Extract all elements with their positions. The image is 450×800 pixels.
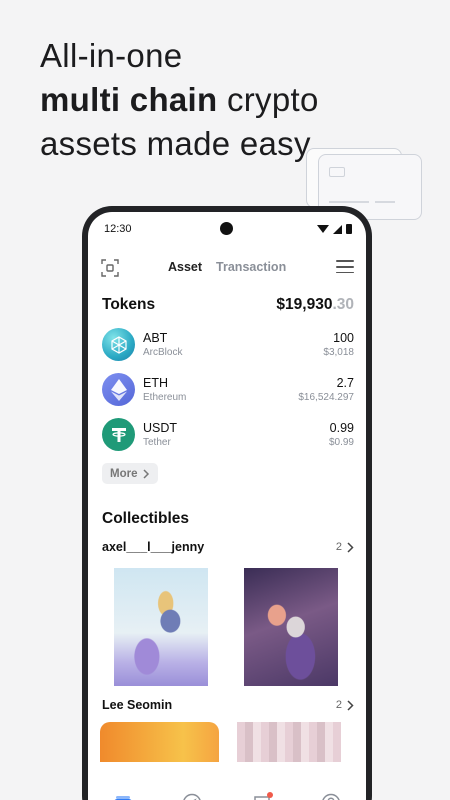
nft-grid xyxy=(88,554,366,686)
collection-header[interactable]: Lee Seomin 2 xyxy=(88,686,366,712)
more-button[interactable]: More xyxy=(102,463,159,484)
token-amount: 2.7 xyxy=(336,375,354,390)
headline-bold: multi chain xyxy=(40,81,218,118)
collection-count: 2 xyxy=(336,699,354,711)
card-chip-icon xyxy=(329,167,345,177)
tab-asset[interactable]: Asset xyxy=(168,260,202,274)
chat-icon[interactable] xyxy=(250,791,274,800)
menu-icon[interactable] xyxy=(336,260,354,277)
status-icons xyxy=(317,224,352,234)
balance-decimal: .30 xyxy=(332,296,354,313)
card-line xyxy=(329,201,369,203)
headline-line1: All-in-one xyxy=(40,37,183,74)
collection-count-value: 2 xyxy=(335,699,342,711)
more-label: More xyxy=(110,467,138,480)
front-camera xyxy=(220,222,233,235)
token-symbol: ABT xyxy=(143,330,168,345)
ethereum-icon xyxy=(102,373,135,406)
top-bar: Asset Transaction xyxy=(88,246,366,290)
phone-screen: 12:30 Asset Transaction Tokens $19,930.3… xyxy=(88,212,366,800)
collection-count-value: 2 xyxy=(335,541,342,553)
compass-icon[interactable] xyxy=(180,791,204,800)
token-name: Ethereum xyxy=(143,391,187,403)
token-usd-value: $0.99 xyxy=(328,436,354,448)
token-list: ABT ArcBlock 100 $3,018 ETH Ethereum 2.7… xyxy=(88,314,366,457)
chevron-right-icon xyxy=(143,468,150,479)
token-name: ArcBlock xyxy=(143,346,183,358)
tether-icon xyxy=(102,418,135,451)
tab-bar: Asset Transaction xyxy=(168,260,286,274)
token-amount: 100 xyxy=(333,330,354,345)
tab-transaction[interactable]: Transaction xyxy=(216,260,286,274)
status-time: 12:30 xyxy=(104,223,132,235)
nft-artwork[interactable] xyxy=(114,568,208,686)
headline: All-in-one multi chain crypto assets mad… xyxy=(40,34,319,166)
headline-line3: assets made easy xyxy=(40,125,311,162)
nft-grid xyxy=(88,712,366,762)
nft-artwork[interactable] xyxy=(244,568,338,686)
token-symbol: USDT xyxy=(143,420,178,435)
collection-count: 2 xyxy=(336,541,354,553)
token-usd-value: $16,524.297 xyxy=(298,391,354,403)
notification-badge xyxy=(266,792,273,798)
scan-icon[interactable] xyxy=(100,258,120,278)
card-line xyxy=(375,201,395,203)
signal-icon xyxy=(333,224,342,234)
token-amount: 0.99 xyxy=(329,420,354,435)
arcblock-icon xyxy=(102,328,135,361)
nft-artwork[interactable] xyxy=(100,722,219,762)
token-row-abt[interactable]: ABT ArcBlock 100 $3,018 xyxy=(102,322,354,367)
tokens-header: Tokens $19,930.30 xyxy=(88,290,366,314)
nft-artwork[interactable] xyxy=(237,722,341,762)
phone-frame: 12:30 Asset Transaction Tokens $19,930.3… xyxy=(82,206,372,800)
profile-icon[interactable] xyxy=(319,791,343,800)
token-symbol: ETH xyxy=(143,375,168,390)
collection-owner: Lee Seomin xyxy=(102,698,173,712)
balance-main: $19,930 xyxy=(276,296,333,313)
chevron-right-icon xyxy=(347,541,354,553)
token-row-usdt[interactable]: USDT Tether 0.99 $0.99 xyxy=(102,412,354,457)
collection-header[interactable]: axel___l___jenny 2 xyxy=(88,528,366,554)
collectibles-title: Collectibles xyxy=(102,510,189,527)
wallet-icon[interactable] xyxy=(111,791,135,800)
token-name: Tether xyxy=(143,436,171,448)
chevron-right-icon xyxy=(347,699,354,711)
headline-line2: multi chain crypto xyxy=(40,78,319,122)
battery-icon xyxy=(346,224,352,234)
bottom-navigation xyxy=(88,782,366,800)
headline-line2-rest: crypto xyxy=(217,81,319,118)
token-row-eth[interactable]: ETH Ethereum 2.7 $16,524.297 xyxy=(102,367,354,412)
wifi-icon xyxy=(317,225,329,233)
tokens-title: Tokens xyxy=(102,296,156,313)
token-usd-value: $3,018 xyxy=(323,346,354,358)
total-balance: $19,930.30 xyxy=(276,296,354,314)
collection-owner: axel___l___jenny xyxy=(102,540,205,554)
